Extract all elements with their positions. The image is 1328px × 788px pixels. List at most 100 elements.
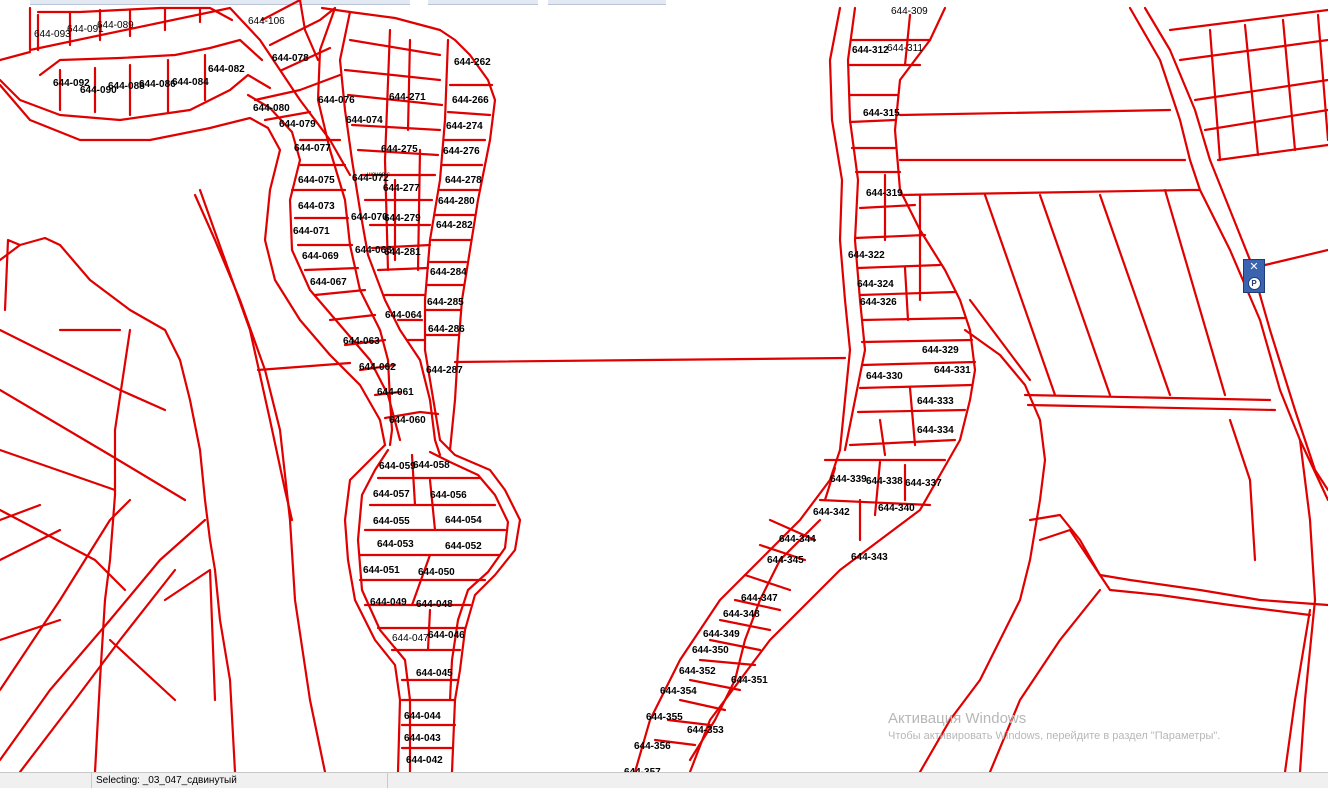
parcel-label: 644-046 xyxy=(428,630,465,641)
parcel-label: 644-042 xyxy=(406,755,443,766)
parcel-label: 644-047 xyxy=(392,633,429,644)
parcel-label: 644-043 xyxy=(404,733,441,744)
parcel-label: 644-312 xyxy=(852,45,889,56)
watermark-title: Активация Windows xyxy=(888,710,1027,727)
parcel-label: 644-056 xyxy=(430,490,467,501)
parcel-label: 644-064 xyxy=(385,310,422,321)
parcel-boundaries xyxy=(0,0,1328,772)
parcel-label: 644-044 xyxy=(404,711,441,722)
parcel-label: 644-345 xyxy=(767,555,804,566)
parcel-label: 644-278 xyxy=(445,175,482,186)
parcel-label: 644-352 xyxy=(679,666,716,677)
parcel-label: 644-349 xyxy=(703,629,740,640)
status-bar: Selecting: _03_047_сдвинутый xyxy=(0,772,1328,788)
parcel-label: 644-333 xyxy=(917,396,954,407)
parcel-label: 644-063 xyxy=(343,336,380,347)
parcel-label: 644-287 xyxy=(426,365,463,376)
parcel-label: 644-077 xyxy=(294,143,331,154)
parcel-label: 644-342 xyxy=(813,507,850,518)
parcel-label: 644-060 xyxy=(389,415,426,426)
parcel-label: 644-271 xyxy=(389,92,426,103)
parcel-label: 644-075 xyxy=(298,175,335,186)
parcel-label: 644-086 xyxy=(139,79,176,90)
parcel-label: шонер с xyxy=(367,172,390,178)
parcel-label: 644-052 xyxy=(445,541,482,552)
parcel-label: 644-285 xyxy=(427,297,464,308)
parcel-label: 644-055 xyxy=(373,516,410,527)
parcel-label: 644-324 xyxy=(857,279,894,290)
parcel-label: 644-322 xyxy=(848,250,885,261)
parcel-label: 644-262 xyxy=(454,57,491,68)
parking-glyph: P xyxy=(1247,277,1261,290)
parcel-label: 644-051 xyxy=(363,565,400,576)
parcel-label: 644-329 xyxy=(922,345,959,356)
parcel-label: 644-344 xyxy=(779,534,816,545)
parcel-label: 644-045 xyxy=(416,668,453,679)
parcel-label: 644-058 xyxy=(413,460,450,471)
parcel-label: 644-074 xyxy=(346,115,383,126)
parcel-label: 644-279 xyxy=(384,213,421,224)
parcel-label: 644-049 xyxy=(370,597,407,608)
parcel-label: 644-275 xyxy=(381,144,418,155)
parcel-label: 644-054 xyxy=(445,515,482,526)
parcel-label: 644-062 xyxy=(359,362,396,373)
parcel-label: 644-348 xyxy=(723,609,760,620)
parcel-label: 644-280 xyxy=(438,196,475,207)
status-pane-empty xyxy=(388,773,1328,788)
parcel-label: 644-053 xyxy=(377,539,414,550)
parcel-label: 644-082 xyxy=(208,64,245,75)
parcel-label: 644-340 xyxy=(878,503,915,514)
parking-icon[interactable]: P xyxy=(1246,276,1262,290)
parcel-label: 644-080 xyxy=(253,103,290,114)
status-pane-empty xyxy=(0,773,92,788)
parcel-label: 644-343 xyxy=(851,552,888,563)
parcel-label: 644-339 xyxy=(830,474,867,485)
parcel-label: 644-334 xyxy=(917,425,954,436)
parcel-label-layer: 644-106644-093644-091644-089644-078644-0… xyxy=(34,6,971,772)
parcel-label: 644-350 xyxy=(692,645,729,656)
parcel-label: 644-084 xyxy=(172,77,209,88)
parcel-label: 644-351 xyxy=(731,675,768,686)
parcel-label: 644-266 xyxy=(452,95,489,106)
parcel-label: 644-353 xyxy=(687,725,724,736)
parcel-label: 644-067 xyxy=(310,277,347,288)
parcel-label: 644-355 xyxy=(646,712,683,723)
parcel-label: 644-089 xyxy=(97,20,134,31)
parcel-label: 644-050 xyxy=(418,567,455,578)
parcel-label: 644-356 xyxy=(634,741,671,752)
parcel-label: 644-286 xyxy=(428,324,465,335)
parcel-label: 644-347 xyxy=(741,593,778,604)
parcel-label: 644-319 xyxy=(866,188,903,199)
status-selecting: Selecting: _03_047_сдвинутый xyxy=(92,773,388,788)
parcel-label: 644-073 xyxy=(298,201,335,212)
parcel-label: 644-337 xyxy=(905,478,942,489)
parcel-label: 644-071 xyxy=(293,226,330,237)
parcel-label: 644-326 xyxy=(860,297,897,308)
parcel-label: 644-276 xyxy=(443,146,480,157)
parcel-label: 644-281 xyxy=(384,247,421,258)
watermark-subtitle: Чтобы активировать Windows, перейдите в … xyxy=(888,730,1221,742)
map-overlay-panel: ✕ P xyxy=(1243,259,1265,293)
parcel-label: 644-282 xyxy=(436,220,473,231)
cadastral-map[interactable]: 644-106644-093644-091644-089644-078644-0… xyxy=(0,0,1328,772)
parcel-label: 644-311 xyxy=(887,43,923,54)
parcel-label: 644-061 xyxy=(377,387,414,398)
parcel-label: 644-079 xyxy=(279,119,316,130)
parcel-label: 644-093 xyxy=(34,29,71,40)
parcel-label: 644-274 xyxy=(446,121,483,132)
parcel-label: 644-059 xyxy=(379,461,416,472)
parcel-label: 644-106 xyxy=(248,16,285,27)
parcel-label: 644-069 xyxy=(302,251,339,262)
parcel-label: 644-338 xyxy=(866,476,903,487)
parcel-label: 644-277 xyxy=(383,183,420,194)
parcel-label: 644-331 xyxy=(934,365,971,376)
parcel-label: 644-078 xyxy=(272,53,309,64)
parcel-label: 644-048 xyxy=(416,599,453,610)
parcel-label: 644-057 xyxy=(373,489,410,500)
parcel-label: 644-076 xyxy=(318,95,355,106)
parcel-label: 644-315 xyxy=(863,108,900,119)
parcel-label: 644-309 xyxy=(891,6,928,17)
parcel-label: 644-354 xyxy=(660,686,697,697)
close-icon[interactable]: ✕ xyxy=(1246,260,1262,274)
parcel-label: 644-070 xyxy=(351,212,388,223)
